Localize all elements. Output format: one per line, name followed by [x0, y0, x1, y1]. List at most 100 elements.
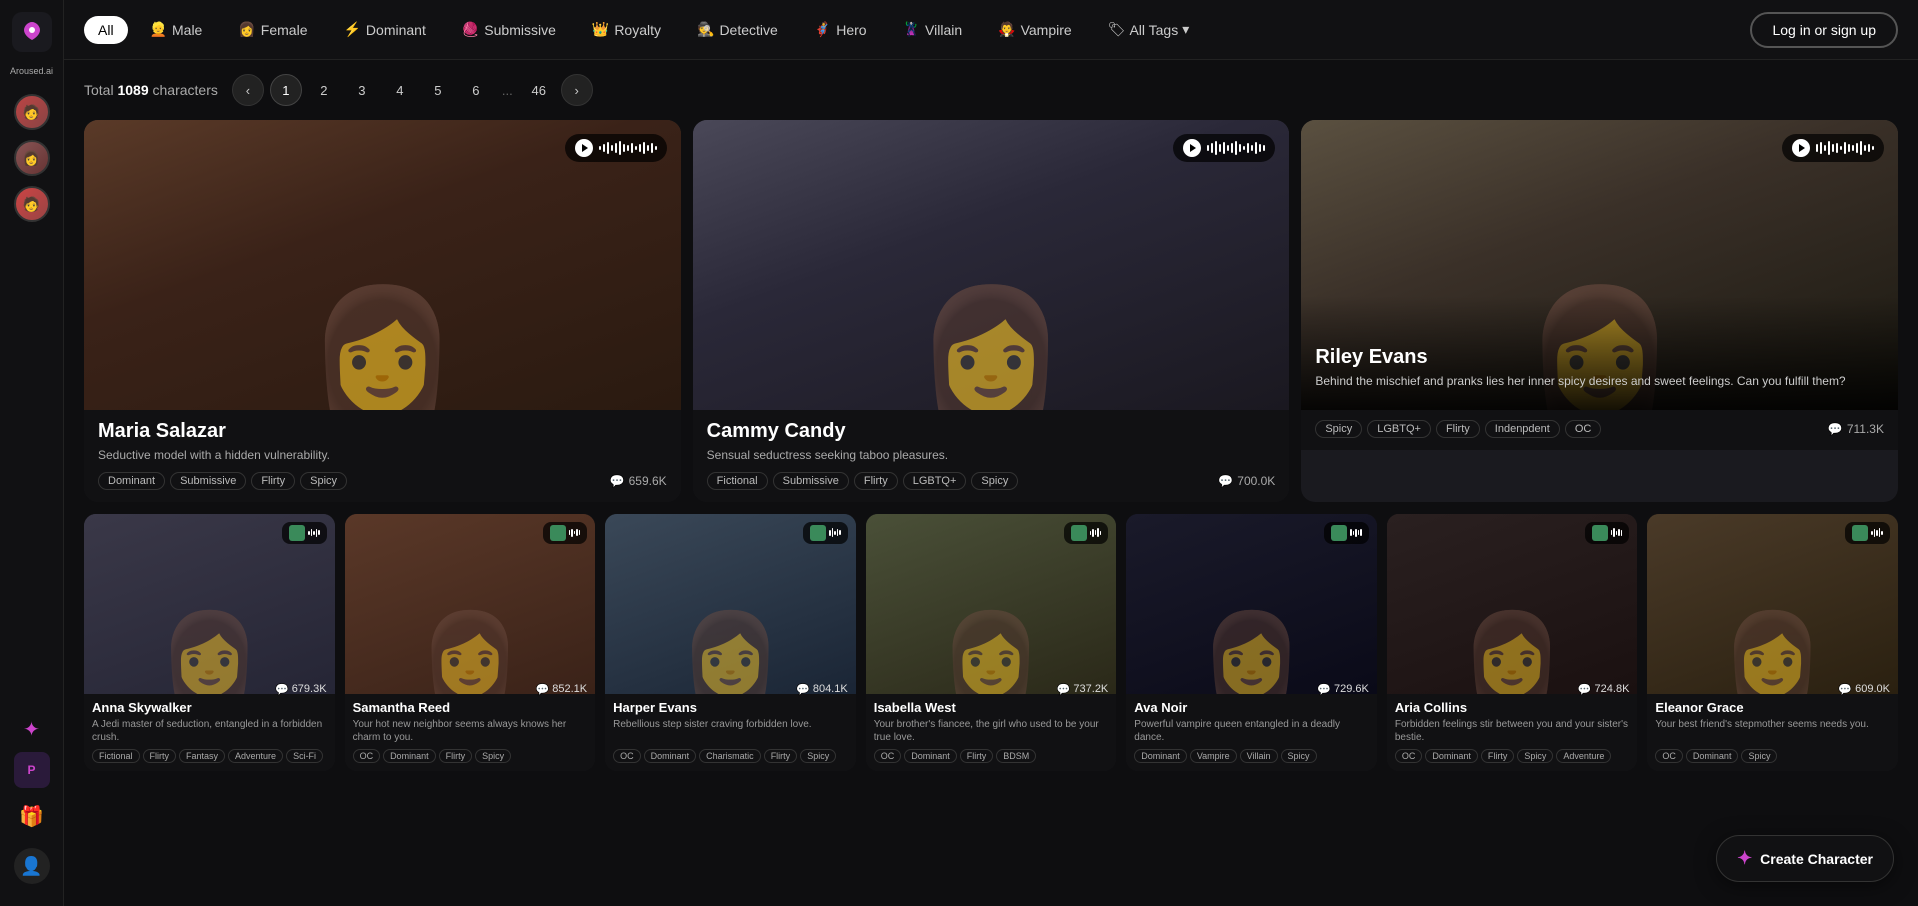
tags-row-riley: Spicy LGBTQ+ Flirty Indenpdent OC 💬 711.… — [1315, 420, 1884, 438]
waveform-riley — [1816, 140, 1874, 156]
tags-eleanor: OC Dominant Spicy — [1655, 749, 1890, 763]
audio-icon-isabella — [1071, 525, 1087, 541]
audio-icon-harper — [810, 525, 826, 541]
card-name-samantha: Samantha Reed — [353, 700, 588, 715]
next-page-btn[interactable]: › — [561, 74, 593, 106]
user-icon[interactable]: 👤 — [14, 848, 50, 884]
pagination-bar: Total 1089 characters ‹ 1 2 3 4 5 6 ... … — [64, 60, 1918, 120]
featured-card-maria[interactable]: 👩 — [84, 120, 681, 502]
card-desc-aria: Forbidden feelings stir between you and … — [1395, 718, 1630, 744]
waveform-ava — [1350, 528, 1362, 538]
tag-h-1: OC — [613, 749, 641, 763]
sidebar-avatar-1[interactable]: 🧑 — [14, 94, 50, 130]
tag-ar-3: Flirty — [1481, 749, 1515, 763]
tag-el-3: Spicy — [1741, 749, 1777, 763]
sidebar-avatar-2[interactable]: 👩 — [14, 140, 50, 176]
count-aria: 💬 724.8K — [1578, 683, 1630, 696]
nav-pill-detective[interactable]: 🕵️ Detective — [683, 15, 792, 44]
audio-badge-cammy[interactable] — [1173, 134, 1275, 162]
small-card-isabella[interactable]: 👩 💬 737.2K — [866, 514, 1117, 771]
card-desc-isabella: Your brother's fiancee, the girl who use… — [874, 718, 1109, 744]
tag-h-3: Charismatic — [699, 749, 761, 763]
tag-oc: OC — [1565, 420, 1602, 438]
audio-badge-riley[interactable] — [1782, 134, 1884, 162]
small-card-ava[interactable]: 👩 💬 729.6K — [1126, 514, 1377, 771]
card-info-anna: Anna Skywalker A Jedi master of seductio… — [84, 694, 335, 771]
waveform-cammy — [1207, 140, 1265, 156]
card-name-ava: Ava Noir — [1134, 700, 1369, 715]
page-btn-2[interactable]: 2 — [308, 74, 340, 106]
tag-av-3: Villain — [1240, 749, 1278, 763]
prev-page-btn[interactable]: ‹ — [232, 74, 264, 106]
tags-samantha: OC Dominant Flirty Spicy — [353, 749, 588, 763]
nav-pill-vampire[interactable]: 🧛 Vampire — [984, 15, 1086, 44]
gift-icon[interactable]: 🎁 — [14, 798, 50, 834]
count-icon-anna: 💬 — [275, 683, 289, 696]
brand-logo[interactable] — [12, 12, 52, 52]
tag-i-3: Flirty — [960, 749, 994, 763]
tag-anna-1: Fictional — [92, 749, 140, 763]
nav-pill-villain[interactable]: 🦹 Villain — [889, 15, 977, 44]
audio-icon-ava — [1331, 525, 1347, 541]
premium-badge[interactable]: P — [14, 752, 50, 788]
card-info-riley: Spicy LGBTQ+ Flirty Indenpdent OC 💬 711.… — [1301, 410, 1898, 450]
nav-pill-female[interactable]: 👩 Female — [224, 15, 321, 44]
featured-card-riley[interactable]: 👩 Riley Evans Behind the mischief and pr… — [1301, 120, 1898, 502]
page-btn-5[interactable]: 5 — [422, 74, 454, 106]
nav-all-tags[interactable]: 🏷 All Tags ▾ — [1094, 15, 1204, 44]
tag-anna-5: Sci-Fi — [286, 749, 323, 763]
tag-h-4: Flirty — [764, 749, 798, 763]
royalty-icon: 👑 — [592, 21, 609, 38]
create-character-button[interactable]: ✦ Create Character — [1716, 835, 1894, 882]
audio-icon-eleanor — [1852, 525, 1868, 541]
total-count: 1089 — [117, 82, 148, 98]
count-icon-ava: 💬 — [1317, 683, 1331, 696]
nav-pill-all[interactable]: All — [84, 16, 128, 44]
page-btn-1[interactable]: 1 — [270, 74, 302, 106]
count-icon-isabella: 💬 — [1057, 683, 1071, 696]
small-card-samantha[interactable]: 👩 💬 852.1K — [345, 514, 596, 771]
nav-pill-submissive[interactable]: 🧶 Submissive — [448, 15, 570, 44]
card-info-maria: Maria Salazar Seductive model with a hid… — [84, 410, 681, 502]
small-card-aria[interactable]: 👩 💬 724.8K — [1387, 514, 1638, 771]
featured-card-cammy[interactable]: 👩 — [693, 120, 1290, 502]
card-info-samantha: Samantha Reed Your hot new neighbor seem… — [345, 694, 596, 771]
card-name-isabella: Isabella West — [874, 700, 1109, 715]
tag-dominant: Dominant — [98, 472, 165, 490]
audio-badge-maria[interactable] — [565, 134, 667, 162]
waveform-harper — [829, 528, 841, 538]
audio-badge-samantha — [543, 522, 588, 544]
login-button[interactable]: Log in or sign up — [1750, 12, 1898, 48]
top-nav: All 👱 Male 👩 Female ⚡ Dominant 🧶 Submiss… — [64, 0, 1918, 60]
msg-icon: 💬 — [610, 474, 625, 488]
page-btn-6[interactable]: 6 — [460, 74, 492, 106]
sparkle-icon[interactable]: ✦ — [23, 717, 40, 742]
count-icon-harper: 💬 — [796, 683, 810, 696]
page-btn-3[interactable]: 3 — [346, 74, 378, 106]
card-name-riley: Riley Evans — [1315, 346, 1884, 369]
nav-pill-dominant[interactable]: ⚡ Dominant — [329, 15, 439, 44]
tag-independent: Indenpdent — [1485, 420, 1560, 438]
tag-ar-4: Spicy — [1517, 749, 1553, 763]
page-btn-4[interactable]: 4 — [384, 74, 416, 106]
create-sparkle-icon: ✦ — [1737, 848, 1752, 869]
create-character-label: Create Character — [1760, 851, 1873, 867]
nav-pill-male[interactable]: 👱 Male — [136, 15, 217, 44]
tag-lgbtq: LGBTQ+ — [903, 472, 967, 490]
sidebar-avatar-3[interactable]: 🧑 — [14, 186, 50, 222]
sidebar: Aroused.ai 🧑 👩 🧑 ✦ P 🎁 👤 — [0, 0, 64, 906]
small-card-eleanor[interactable]: 👩 💬 609.0K — [1647, 514, 1898, 771]
count-icon-eleanor: 💬 — [1838, 683, 1852, 696]
tag-s-1: OC — [353, 749, 381, 763]
nav-pill-royalty[interactable]: 👑 Royalty — [578, 15, 675, 44]
page-btn-46[interactable]: 46 — [523, 74, 555, 106]
small-card-harper[interactable]: 👩 💬 804.1K — [605, 514, 856, 771]
nav-pill-hero[interactable]: 🦸 Hero — [800, 15, 881, 44]
card-info-harper: Harper Evans Rebellious step sister crav… — [605, 694, 856, 771]
tag-submissive: Submissive — [170, 472, 246, 490]
tag-ar-2: Dominant — [1425, 749, 1478, 763]
card-name-cammy: Cammy Candy — [707, 420, 1276, 443]
small-card-anna[interactable]: 👩 💬 679.3K — [84, 514, 335, 771]
card-name-maria: Maria Salazar — [98, 420, 667, 443]
tag-ar-5: Adventure — [1556, 749, 1611, 763]
